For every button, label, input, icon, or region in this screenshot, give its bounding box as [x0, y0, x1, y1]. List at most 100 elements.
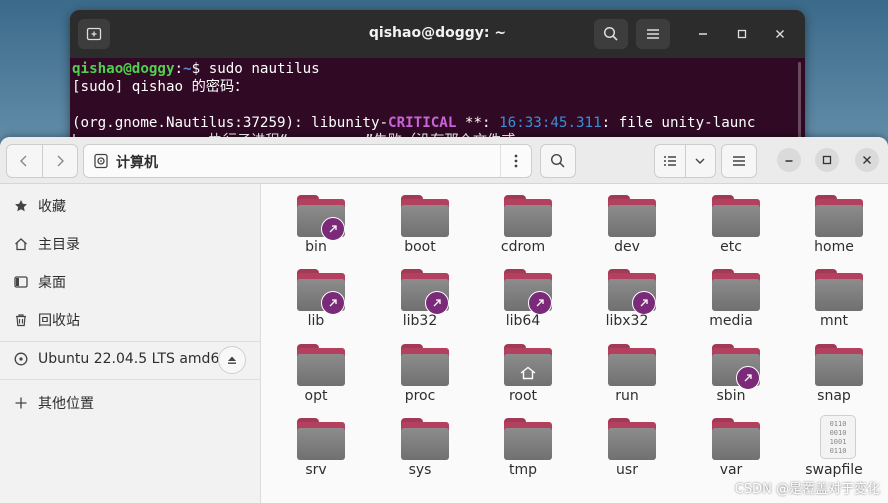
folder-icon — [504, 195, 552, 237]
folder-icon — [712, 195, 760, 237]
sidebar-item-starred[interactable]: 收藏 — [0, 189, 260, 223]
maximize-icon — [822, 155, 832, 165]
file-item[interactable]: etc — [681, 187, 781, 259]
vertical-dots-icon — [514, 154, 518, 168]
file-item[interactable]: srv — [266, 410, 366, 482]
file-name: swapfile — [805, 462, 863, 478]
sidebar-item-home[interactable]: 主目录 — [0, 227, 260, 261]
file-item[interactable]: root — [473, 336, 573, 408]
file-name: opt — [304, 388, 328, 404]
terminal-search-button[interactable] — [594, 19, 628, 49]
file-name: tmp — [508, 462, 537, 478]
file-item[interactable]: lib32 — [370, 261, 470, 333]
sidebar-item-trash[interactable]: 回收站 — [0, 303, 260, 337]
chevron-right-icon — [57, 155, 64, 167]
file-name: cdrom — [500, 239, 546, 255]
command-text: sudo nautilus — [208, 61, 320, 77]
close-icon — [863, 156, 871, 164]
file-item[interactable]: opt — [266, 336, 366, 408]
sidebar-item-label: 收藏 — [38, 199, 66, 215]
file-name: sys — [408, 462, 432, 478]
symlink-badge-icon — [632, 291, 656, 315]
files-search-button[interactable] — [540, 144, 576, 178]
terminal-minimize-button[interactable] — [692, 23, 714, 45]
location-menu-button[interactable] — [500, 145, 531, 177]
file-item[interactable]: home — [784, 187, 884, 259]
file-name: root — [508, 388, 538, 404]
file-item[interactable]: tmp — [473, 410, 573, 482]
sudo-password-prompt: [sudo] qishao 的密码： — [72, 79, 249, 95]
log-line-b: **: — [456, 115, 500, 131]
prompt-user: qishao@doggy — [72, 61, 175, 77]
file-item[interactable]: proc — [370, 336, 470, 408]
file-item[interactable]: usr — [577, 410, 677, 482]
maximize-icon — [737, 29, 747, 39]
file-item[interactable]: 0110 0010 1001 0110 swapfile — [784, 410, 884, 482]
file-item[interactable]: libx32 — [577, 261, 677, 333]
file-name: bin — [305, 239, 327, 255]
terminal-menu-button[interactable] — [636, 19, 670, 49]
search-icon — [550, 153, 565, 168]
file-item[interactable]: snap — [784, 336, 884, 408]
view-options-dropdown[interactable] — [684, 145, 716, 177]
file-name: etc — [720, 239, 742, 255]
file-item[interactable]: media — [681, 261, 781, 333]
folder-icon — [712, 418, 760, 460]
chevron-down-icon — [695, 158, 705, 164]
file-item[interactable]: lib — [266, 261, 366, 333]
location-bar[interactable]: 计算机 — [83, 144, 532, 178]
search-icon — [603, 26, 618, 41]
folder-icon — [815, 344, 863, 386]
terminal-close-button[interactable] — [769, 23, 791, 45]
minimize-icon — [699, 33, 707, 35]
files-close-button[interactable] — [855, 148, 879, 172]
files-menu-button[interactable] — [721, 144, 757, 178]
forward-button[interactable] — [41, 145, 78, 177]
folder-icon — [504, 344, 552, 386]
file-name: lib32 — [402, 313, 438, 329]
file-name: snap — [817, 388, 851, 404]
minimize-icon — [785, 160, 793, 162]
folder-icon — [297, 418, 345, 460]
files-headerbar: 计算机 — [0, 137, 888, 184]
file-item[interactable]: lib64 — [473, 261, 573, 333]
sidebar-item-other-locations[interactable]: 其他位置 — [0, 386, 260, 420]
folder-icon — [712, 269, 760, 311]
sidebar-item-desktop[interactable]: 桌面 — [0, 265, 260, 299]
sidebar-item-label: 回收站 — [38, 313, 80, 329]
file-name: boot — [404, 239, 436, 255]
sidebar-item-ubuntu-disc[interactable]: Ubuntu 22.04.5 LTS amd64 — [0, 341, 260, 377]
desktop-icon — [13, 274, 29, 290]
sidebar-item-label: Ubuntu 22.04.5 LTS amd64 — [38, 351, 229, 367]
file-item[interactable]: sys — [370, 410, 470, 482]
file-item[interactable]: sbin — [681, 336, 781, 408]
sidebar-item-label: 桌面 — [38, 275, 66, 291]
file-name: mnt — [820, 313, 848, 329]
terminal-maximize-button[interactable] — [731, 23, 753, 45]
file-name: srv — [305, 462, 327, 478]
symlink-badge-icon — [736, 366, 760, 390]
eject-button[interactable] — [218, 346, 246, 374]
file-item[interactable]: cdrom — [473, 187, 573, 259]
folder-icon — [401, 344, 449, 386]
folder-icon — [815, 195, 863, 237]
file-item[interactable]: var — [681, 410, 781, 482]
list-view-icon — [663, 156, 676, 166]
folder-icon — [401, 195, 449, 237]
home-icon — [13, 236, 29, 252]
back-button[interactable] — [7, 145, 42, 177]
file-item[interactable]: mnt — [784, 261, 884, 333]
prompt-dollar: $ — [191, 61, 209, 77]
files-minimize-button[interactable] — [777, 148, 801, 172]
chevron-left-icon — [20, 155, 27, 167]
log-timestamp: 16:33:45.311 — [499, 115, 602, 131]
file-item[interactable]: bin — [266, 187, 366, 259]
sidebar-divider — [0, 379, 260, 380]
file-item[interactable]: dev — [577, 187, 677, 259]
file-item[interactable]: boot — [370, 187, 470, 259]
folder-icon — [608, 344, 656, 386]
files-maximize-button[interactable] — [815, 148, 839, 172]
folder-icon — [504, 418, 552, 460]
list-view-button[interactable] — [655, 145, 685, 177]
file-item[interactable]: run — [577, 336, 677, 408]
